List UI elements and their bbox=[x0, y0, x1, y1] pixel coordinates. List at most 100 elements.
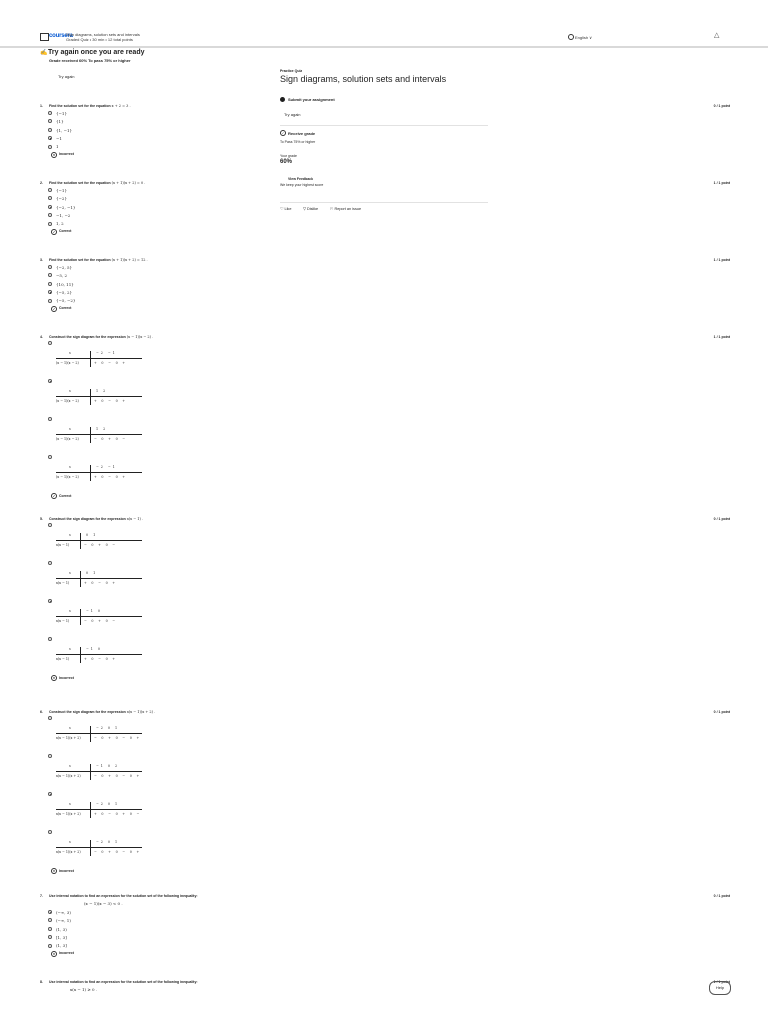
answer-option[interactable]: {−5, −2} bbox=[40, 298, 730, 306]
answer-option[interactable]: {−5, 2} bbox=[40, 289, 730, 297]
radio-button[interactable] bbox=[48, 935, 52, 940]
quiz-title: Sign diagrams, solution sets and interva… bbox=[280, 74, 447, 84]
answer-option[interactable]: {1, −1} bbox=[40, 127, 730, 135]
radio-button[interactable] bbox=[48, 144, 52, 149]
answer-option[interactable]: {1} bbox=[40, 118, 730, 126]
sign-diagram-option[interactable]: x −2 −1 (x − 1)(x − 2) + 0 − 0 + bbox=[40, 341, 730, 379]
sign-diagram-option[interactable]: x −1 0 x(x − 1) + 0 − 0 + bbox=[40, 637, 730, 675]
help-button[interactable]: Help bbox=[709, 981, 731, 995]
answer-option[interactable]: −5, 2 bbox=[40, 272, 730, 280]
radio-button[interactable] bbox=[48, 637, 52, 641]
language-selector[interactable]: English ∨ bbox=[568, 34, 592, 40]
radio-button-selected[interactable] bbox=[48, 204, 52, 209]
radio-button[interactable] bbox=[48, 213, 52, 218]
radio-button[interactable] bbox=[48, 265, 52, 269]
radio-button[interactable] bbox=[48, 561, 52, 565]
question-8: 8. Use interval notation to find an expr… bbox=[40, 980, 730, 995]
question-number: 1. bbox=[40, 104, 43, 108]
question-text: Use interval notation to find an express… bbox=[49, 980, 198, 984]
question-points: 0 / 1 point bbox=[713, 894, 730, 898]
answer-option[interactable]: [1, 3] bbox=[40, 934, 730, 942]
sign-diagram-option[interactable]: x0 1 x(x − 1) + 0 − 0 + bbox=[40, 561, 730, 599]
sign-diagram-option[interactable]: x1 2 (x − 1)(x − 2) + 0 − 0 + bbox=[40, 379, 730, 417]
radio-button[interactable] bbox=[48, 273, 52, 278]
radio-button[interactable] bbox=[48, 830, 52, 834]
sign-diagram-table: x −1 0 2 x(x − 1)(x + 2) − 0 + 0 − 0 + bbox=[56, 762, 142, 780]
question-text: Use interval notation to find an express… bbox=[49, 894, 198, 898]
sign-diagram-option[interactable]: x −1 0 2 x(x − 1)(x + 2) − 0 + 0 − 0 + bbox=[40, 754, 730, 792]
radio-button[interactable] bbox=[48, 298, 52, 303]
question-number: 6. bbox=[40, 710, 43, 714]
answer-option[interactable]: −1 bbox=[40, 135, 730, 143]
question-number: 2. bbox=[40, 181, 43, 185]
question-text: Construct the sign diagram for the expre… bbox=[49, 710, 156, 714]
inequality: x(x − 1) ≥ 0 . bbox=[70, 987, 98, 992]
answer-option[interactable]: 1 bbox=[40, 144, 730, 152]
answer-status: ✕ Incorrect bbox=[51, 675, 74, 681]
radio-button[interactable] bbox=[48, 918, 52, 923]
sign-diagram-table: x1 2 (x − 1)(x − 2) − 0 + 0 − bbox=[56, 425, 142, 443]
radio-button[interactable] bbox=[48, 196, 52, 201]
answer-status: ✕ Incorrect bbox=[51, 868, 74, 874]
answer-option[interactable]: {−1} bbox=[40, 187, 730, 195]
answer-option[interactable]: {−1} bbox=[40, 110, 730, 118]
radio-button[interactable] bbox=[48, 455, 52, 459]
sign-diagram-table: x0 1 x(x − 1) − 0 + 0 − bbox=[56, 531, 142, 549]
answer-option[interactable]: {10, 11} bbox=[40, 281, 730, 289]
incorrect-icon: ✕ bbox=[51, 868, 57, 874]
radio-button[interactable] bbox=[48, 523, 52, 527]
answer-option[interactable]: 1, 2 bbox=[40, 221, 730, 229]
radio-button[interactable] bbox=[48, 417, 52, 421]
radio-button[interactable] bbox=[48, 221, 52, 226]
incorrect-icon: ✕ bbox=[51, 675, 57, 681]
sign-diagram-option[interactable]: x −1 0 x(x − 1) − 0 + 0 − bbox=[40, 599, 730, 637]
question-6: 6. Construct the sign diagram for the ex… bbox=[40, 710, 730, 876]
radio-button-selected[interactable] bbox=[48, 792, 52, 796]
radio-button[interactable] bbox=[48, 341, 52, 345]
answer-option[interactable]: (−∞, 3) bbox=[40, 909, 730, 917]
incorrect-icon: ✕ bbox=[51, 950, 57, 957]
radio-button[interactable] bbox=[48, 188, 52, 192]
question-2: 2. Find the solution set for the equatio… bbox=[40, 181, 730, 237]
sign-diagram-option[interactable]: x −2 0 1 x(x − 1)(x + 2) − 0 + 0 − 0 + bbox=[40, 716, 730, 754]
sign-diagram-option[interactable]: x0 1 x(x − 1) − 0 + 0 − bbox=[40, 523, 730, 561]
question-3: 3. Find the solution set for the equatio… bbox=[40, 258, 730, 314]
radio-button[interactable] bbox=[48, 926, 52, 931]
radio-button[interactable] bbox=[48, 281, 52, 286]
radio-button[interactable] bbox=[48, 119, 52, 124]
radio-button[interactable] bbox=[48, 754, 52, 758]
radio-button[interactable] bbox=[48, 943, 52, 948]
radio-button-selected[interactable] bbox=[48, 910, 52, 914]
answer-option[interactable]: (1, 3) bbox=[40, 926, 730, 934]
try-again-link[interactable]: Try again bbox=[58, 74, 75, 79]
menu-icon[interactable] bbox=[40, 33, 49, 41]
retry-icon: ✍ bbox=[40, 50, 48, 56]
radio-button[interactable] bbox=[48, 716, 52, 720]
answer-option[interactable]: (−∞, 1) bbox=[40, 917, 730, 925]
answer-status: ✓ Correct bbox=[51, 493, 72, 499]
radio-button-selected[interactable] bbox=[48, 136, 52, 141]
answer-option[interactable]: {−2, 5} bbox=[40, 264, 730, 272]
radio-button-selected[interactable] bbox=[48, 379, 52, 383]
question-points: 0 / 1 point bbox=[713, 710, 730, 714]
answer-option[interactable]: {−2} bbox=[40, 195, 730, 203]
sign-diagram-option[interactable]: x −2 0 1 x(x − 1)(x + 2) − 0 + 0 − 0 + bbox=[40, 830, 730, 868]
radio-button[interactable] bbox=[48, 111, 52, 115]
answer-option[interactable]: −1, −2 bbox=[40, 212, 730, 220]
radio-button-selected[interactable] bbox=[48, 290, 52, 295]
banner-title: Try again once you are ready bbox=[48, 49, 145, 56]
question-points: 1 / 1 point bbox=[713, 258, 730, 262]
answer-option[interactable]: (1, 3] bbox=[40, 943, 730, 951]
sign-diagram-option[interactable]: x −2 0 1 x(x − 1)(x + 2) + 0 − 0 + 0 − bbox=[40, 792, 730, 830]
sign-diagram-option[interactable]: x1 2 (x − 1)(x − 2) − 0 + 0 − bbox=[40, 417, 730, 455]
sign-diagram-table: x0 1 x(x − 1) + 0 − 0 + bbox=[56, 569, 142, 587]
question-text: Find the solution set for the equation (… bbox=[49, 258, 148, 262]
submit-step-label: Submit your assignment bbox=[288, 97, 335, 102]
sign-diagram-table: x −2 0 1 x(x − 1)(x + 2) − 0 + 0 − 0 + bbox=[56, 838, 142, 856]
radio-button-selected[interactable] bbox=[48, 599, 52, 603]
radio-button[interactable] bbox=[48, 127, 52, 132]
sign-diagram-option[interactable]: x −2 −1 (x − 1)(x − 2) + 0 − 0 + bbox=[40, 455, 730, 493]
answer-option[interactable]: {−2, −1} bbox=[40, 204, 730, 212]
sign-diagram-table: x −2 0 1 x(x − 1)(x + 2) + 0 − 0 + 0 − bbox=[56, 800, 142, 818]
notification-bell-icon[interactable]: △ bbox=[714, 31, 719, 39]
